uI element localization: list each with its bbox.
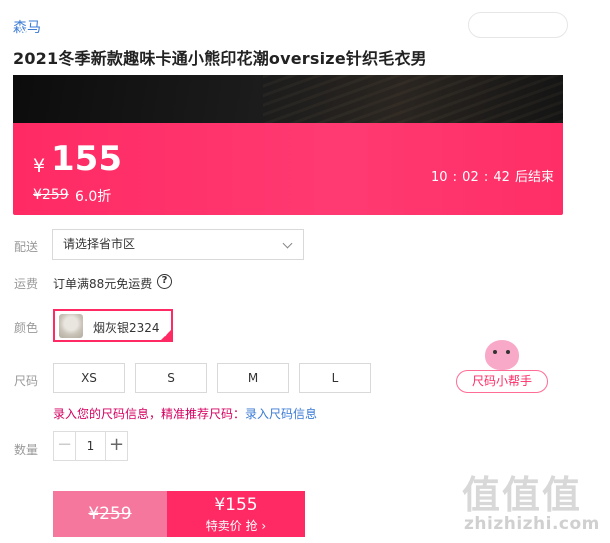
- region-select[interactable]: 请选择省市区: [52, 229, 304, 260]
- original-price-button: ¥259: [53, 491, 167, 537]
- decrement-button[interactable]: −: [54, 432, 76, 460]
- chevron-down-icon: [282, 238, 293, 249]
- sale-start-text: 明早10点开抢: [200, 20, 288, 36]
- help-icon[interactable]: ?: [157, 274, 172, 289]
- size-helper[interactable]: 尺码小帮手: [452, 340, 548, 393]
- size-option-m[interactable]: M: [217, 363, 289, 393]
- special-price-label: 特卖价: [119, 19, 177, 41]
- check-icon: ✓: [163, 330, 170, 339]
- mascot-icon: [485, 340, 519, 370]
- countdown-timer: 10 : 02 : 42 后结束: [431, 170, 555, 185]
- color-option-selected[interactable]: 烟灰银2324 ✓: [53, 309, 173, 342]
- size-recommend-note: 录入您的尺码信息，精准推荐尺码：录入尺码信息: [53, 405, 317, 422]
- quantity-stepper: − 1 +: [53, 431, 128, 461]
- color-label: 颜色: [14, 321, 39, 335]
- region-select-value: 请选择省市区: [63, 237, 136, 251]
- increment-button[interactable]: +: [105, 432, 127, 460]
- shipping-fee-text: 订单满88元免运费: [53, 277, 153, 291]
- collect-button[interactable]: 收藏: [468, 12, 568, 38]
- size-option-s[interactable]: S: [135, 363, 207, 393]
- color-option-label: 烟灰银2324: [93, 321, 160, 335]
- size-label: 尺码: [14, 374, 39, 388]
- buy-now-button[interactable]: ¥155 特卖价 抢 ›: [167, 491, 305, 537]
- current-price: 155: [51, 139, 122, 179]
- preview-currency: ¥: [19, 23, 30, 43]
- shipping-label: 配送: [14, 240, 39, 254]
- original-price: ¥259: [33, 187, 69, 203]
- watermark: 值值值 zhizhizhi.com: [462, 464, 602, 534]
- size-helper-button[interactable]: 尺码小帮手: [456, 370, 548, 393]
- size-entry-link[interactable]: 录入尺码信息: [245, 407, 317, 421]
- size-option-l[interactable]: L: [299, 363, 371, 393]
- quantity-label: 数量: [14, 443, 39, 457]
- size-note-text: 录入您的尺码信息，精准推荐尺码：: [53, 407, 246, 421]
- quantity-input[interactable]: 1: [76, 432, 105, 460]
- watermark-logo: 值值值: [462, 473, 583, 517]
- product-title: 2021冬季新款趣味卡通小熊印花潮oversize针织毛衣男: [13, 49, 427, 68]
- current-currency: ¥: [33, 155, 46, 177]
- buy-action-label: 特卖价 抢 ›: [205, 519, 267, 533]
- buy-price: ¥155: [214, 495, 258, 515]
- size-option-xs[interactable]: XS: [53, 363, 125, 393]
- watermark-url: zhizhizhi.com: [464, 514, 600, 534]
- shipping-fee-label: 运费: [14, 277, 39, 291]
- promo-preview-bar: [13, 75, 563, 123]
- color-thumbnail: [59, 314, 83, 338]
- discount-badge: 6.0折: [75, 189, 112, 205]
- preview-price: 124: [35, 3, 106, 46]
